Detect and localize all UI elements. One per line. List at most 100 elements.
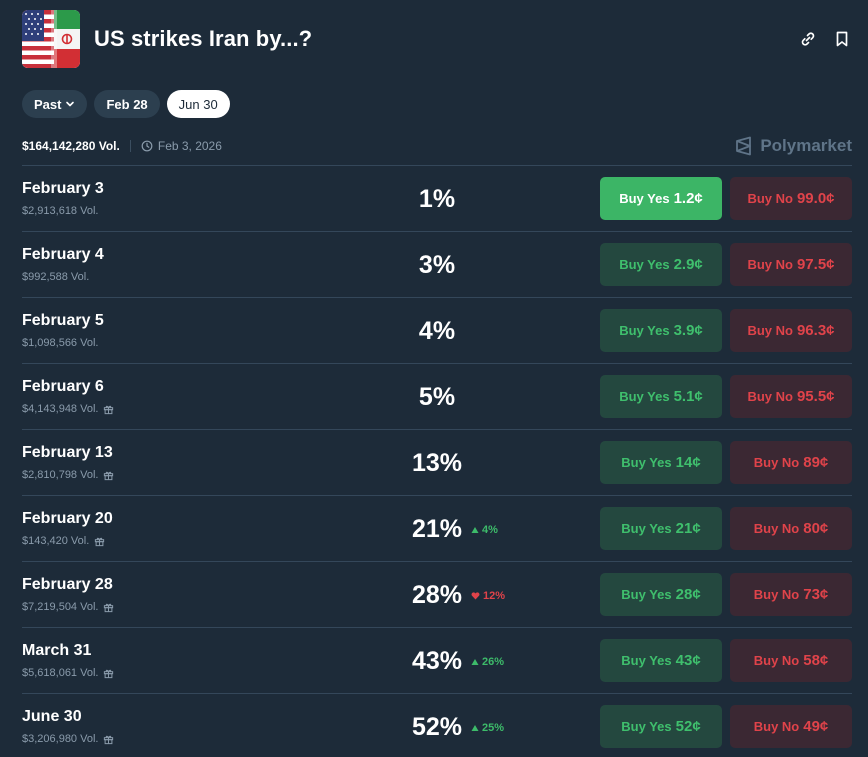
outcome-row[interactable]: February 28 $7,219,504 Vol. 28% 12% Buy … <box>22 561 852 627</box>
outcome-probability: 43% <box>411 647 463 675</box>
buy-yes-price: 5.1¢ <box>673 388 703 405</box>
outcome-row[interactable]: February 5 $1,098,566 Vol. 4% Buy Yes 3.… <box>22 297 852 363</box>
link-icon[interactable] <box>798 29 818 49</box>
outcome-volume-text: $1,098,566 Vol. <box>22 337 99 349</box>
buy-no-price: 80¢ <box>803 520 829 537</box>
outcome-row[interactable]: February 13 $2,810,798 Vol. 13% Buy Yes … <box>22 429 852 495</box>
price-change: 25% <box>471 722 504 734</box>
buy-yes-price: 43¢ <box>675 652 701 669</box>
buy-no-button[interactable]: Buy No 58¢ <box>730 639 852 682</box>
outcome-volume-text: $2,810,798 Vol. <box>22 469 99 481</box>
buy-yes-button[interactable]: Buy Yes 3.9¢ <box>600 309 722 352</box>
outcome-row[interactable]: March 31 $5,618,061 Vol. 43% 26% Buy Yes… <box>22 627 852 693</box>
buy-no-label: Buy No <box>753 587 800 602</box>
gift-icon <box>104 735 114 744</box>
gift-icon <box>104 669 114 678</box>
past-dropdown-label: Past <box>34 96 62 112</box>
buy-yes-label: Buy Yes <box>621 521 672 536</box>
outcome-name: February 6 <box>22 378 104 395</box>
buy-no-button[interactable]: Buy No 73¢ <box>730 573 852 616</box>
buy-no-price: 73¢ <box>803 586 829 603</box>
outcome-volume: $4,143,948 Vol. <box>22 403 114 415</box>
price-change-text: 26% <box>482 656 505 668</box>
past-dropdown[interactable]: Past <box>22 90 88 118</box>
outcome-row[interactable]: February 4 $992,588 Vol. 3% Buy Yes 2.9¢… <box>22 231 852 297</box>
buy-yes-button[interactable]: Buy Yes 21¢ <box>600 507 722 550</box>
end-date-text: Feb 3, 2026 <box>157 139 222 153</box>
buy-yes-label: Buy Yes <box>621 719 672 734</box>
buy-no-price: 89¢ <box>803 454 829 471</box>
buy-yes-button[interactable]: Buy Yes 2.9¢ <box>600 243 722 286</box>
outcome-row[interactable]: February 6 $4,143,948 Vol. 5% Buy Yes 5.… <box>22 363 852 429</box>
gift-icon <box>95 537 105 546</box>
buy-yes-button[interactable]: Buy Yes 52¢ <box>600 705 722 748</box>
outcome-volume: $7,219,504 Vol. <box>22 601 114 613</box>
buy-yes-button[interactable]: Buy Yes 14¢ <box>600 441 722 484</box>
buy-yes-label: Buy Yes <box>619 191 670 206</box>
price-change: 4% <box>471 524 498 536</box>
buy-no-price: 96.3¢ <box>796 322 835 339</box>
buy-no-price: 49¢ <box>803 718 829 735</box>
outcome-name: June 30 <box>22 708 82 725</box>
total-volume: $164,142,280 Vol. <box>22 139 120 153</box>
filter-pill-feb-28[interactable]: Feb 28 <box>94 90 160 118</box>
buy-no-label: Buy No <box>747 323 793 338</box>
outcome-row[interactable]: June 30 $3,206,980 Vol. 52% 25% Buy Yes … <box>22 693 852 757</box>
price-change-text: 4% <box>482 524 498 536</box>
gift-icon <box>104 603 114 612</box>
outcome-list: February 3 $2,913,618 Vol. 1% Buy Yes 1.… <box>22 165 852 757</box>
gift-icon <box>104 405 114 414</box>
price-change: 12% <box>471 590 505 602</box>
buy-no-button[interactable]: Buy No 80¢ <box>730 507 852 550</box>
buy-yes-label: Buy Yes <box>619 257 670 272</box>
market-stats: $164,142,280 Vol. Feb 3, 2026 <box>22 139 222 153</box>
stats-divider <box>129 140 131 152</box>
buy-yes-price: 2.9¢ <box>673 256 703 273</box>
outcome-volume-text: $5,618,061 Vol. <box>22 667 99 679</box>
arrow-up-icon <box>471 659 479 665</box>
outcome-name: February 5 <box>22 312 104 329</box>
outcome-volume: $2,913,618 Vol. <box>22 205 98 217</box>
buy-yes-button[interactable]: Buy Yes 28¢ <box>600 573 722 616</box>
outcome-volume-text: $3,206,980 Vol. <box>22 733 99 745</box>
outcome-name: March 31 <box>22 642 92 659</box>
buy-no-button[interactable]: Buy No 96.3¢ <box>730 309 852 352</box>
price-change-text: 12% <box>483 590 506 602</box>
buy-yes-button[interactable]: Buy Yes 43¢ <box>600 639 722 682</box>
polymarket-logo: Polymarket <box>734 136 852 156</box>
buy-no-button[interactable]: Buy No 89¢ <box>730 441 852 484</box>
buy-no-button[interactable]: Buy No 95.5¢ <box>730 375 852 418</box>
outcome-volume-text: $4,143,948 Vol. <box>22 403 99 415</box>
buy-no-button[interactable]: Buy No 97.5¢ <box>730 243 852 286</box>
buy-yes-button[interactable]: Buy Yes 1.2¢ <box>600 177 722 220</box>
market-image <box>22 10 80 68</box>
outcome-name: February 28 <box>22 576 113 593</box>
market-header: US strikes Iran by...? <box>22 10 852 68</box>
outcome-probability: 1% <box>418 185 456 213</box>
outcome-volume-text: $7,219,504 Vol. <box>22 601 99 613</box>
buy-no-button[interactable]: Buy No 99.0¢ <box>730 177 852 220</box>
buy-yes-price: 21¢ <box>675 520 701 537</box>
outcome-probability: 13% <box>411 449 463 477</box>
arrow-up-icon <box>471 527 479 533</box>
filter-pill-jun-30[interactable]: Jun 30 <box>166 90 230 118</box>
outcome-row[interactable]: February 20 $143,420 Vol. 21% 4% Buy Yes… <box>22 495 852 561</box>
buy-no-price: 58¢ <box>803 652 829 669</box>
outcome-volume: $143,420 Vol. <box>22 535 105 547</box>
outcome-row[interactable]: February 3 $2,913,618 Vol. 1% Buy Yes 1.… <box>22 165 852 231</box>
buy-no-label: Buy No <box>747 191 793 206</box>
buy-no-price: 95.5¢ <box>796 388 835 405</box>
buy-no-button[interactable]: Buy No 49¢ <box>730 705 852 748</box>
market-title: US strikes Iran by...? <box>94 26 313 51</box>
buy-yes-label: Buy Yes <box>621 455 672 470</box>
outcome-volume: $1,098,566 Vol. <box>22 337 98 349</box>
outcome-volume-text: $143,420 Vol. <box>22 535 90 547</box>
date-filter-pills: Past Feb 28 Jun 30 <box>22 90 230 118</box>
brand-name: Polymarket <box>760 136 852 155</box>
outcome-probability: 28% <box>411 581 463 609</box>
buy-yes-button[interactable]: Buy Yes 5.1¢ <box>600 375 722 418</box>
buy-yes-price: 1.2¢ <box>673 190 703 207</box>
arrow-up-icon <box>471 725 479 731</box>
buy-yes-price: 14¢ <box>675 454 701 471</box>
bookmark-icon[interactable] <box>832 29 852 49</box>
